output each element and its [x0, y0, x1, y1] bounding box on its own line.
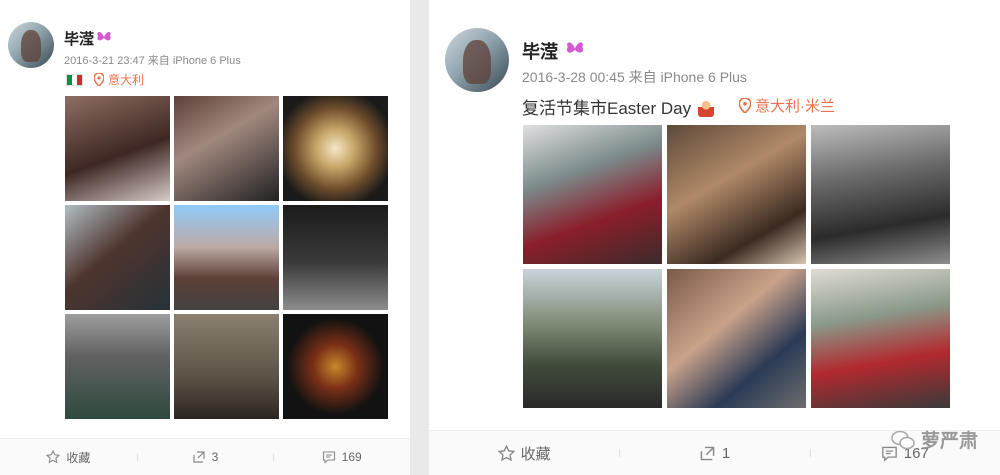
- post-text-label: 复活节集市Easter Day: [522, 99, 692, 118]
- location-tag[interactable]: 意大利·米兰: [739, 95, 835, 116]
- weibo-post-left: 毕滢 2016-3-21 23:47 来自 iPhone 6 Plus 意大利 …: [0, 0, 410, 475]
- username[interactable]: 毕滢: [64, 28, 94, 49]
- vip-butterfly-icon: [96, 30, 112, 49]
- photo-6[interactable]: [811, 269, 950, 408]
- repost-count: 1: [721, 444, 731, 462]
- repost-button[interactable]: 1: [619, 445, 809, 462]
- avatar[interactable]: [445, 28, 509, 92]
- favorite-button[interactable]: 收藏: [429, 443, 619, 464]
- action-bar: 收藏 3 169: [0, 438, 410, 475]
- post-meta: 2016-3-21 23:47 来自 iPhone 6 Plus: [64, 55, 241, 67]
- location-pin-icon: [94, 73, 104, 86]
- photo-1[interactable]: [523, 125, 662, 264]
- photo-4[interactable]: [523, 269, 662, 408]
- repost-icon: [700, 446, 715, 460]
- easter-emoji-icon: [697, 99, 714, 117]
- photo-5[interactable]: [667, 269, 806, 408]
- weibo-post-right: 毕滢 2016-3-28 00:45 来自 iPhone 6 Plus 复活节集…: [429, 0, 1000, 475]
- post-meta: 2016-3-28 00:45 来自 iPhone 6 Plus: [522, 69, 747, 85]
- photo-3[interactable]: [811, 125, 950, 264]
- photo-9[interactable]: [283, 314, 388, 419]
- repost-button[interactable]: 3: [136, 450, 274, 464]
- favorite-label: 收藏: [66, 450, 91, 465]
- comment-button[interactable]: 169: [273, 450, 410, 464]
- photo-5[interactable]: [174, 205, 279, 310]
- photo-6[interactable]: [283, 205, 388, 310]
- favorite-label: 收藏: [520, 445, 551, 463]
- photo-4[interactable]: [65, 205, 170, 310]
- favorite-button[interactable]: 收藏: [0, 449, 137, 466]
- watermark-label: 萝严肃: [920, 431, 978, 452]
- photo-3[interactable]: [283, 96, 388, 201]
- comment-icon: [322, 451, 335, 464]
- location-label: 意大利·米兰: [755, 98, 835, 115]
- italy-flag-icon: [66, 73, 83, 91]
- photo-2[interactable]: [174, 96, 279, 201]
- photo-7[interactable]: [65, 314, 170, 419]
- comment-count: 169: [341, 450, 362, 464]
- repost-icon: [193, 451, 205, 463]
- username[interactable]: 毕滢: [522, 38, 558, 64]
- star-icon: [46, 450, 61, 464]
- repost-count: 3: [211, 450, 219, 464]
- photo-8[interactable]: [174, 314, 279, 419]
- location-pin-icon: [739, 98, 751, 113]
- photo-grid: [523, 125, 950, 408]
- vip-butterfly-icon: [565, 40, 585, 62]
- photo-1[interactable]: [65, 96, 170, 201]
- photo-2[interactable]: [667, 125, 806, 264]
- location-tag[interactable]: 意大利: [94, 71, 144, 88]
- post-text: 复活节集市Easter Day: [522, 94, 714, 119]
- wechat-icon: [891, 430, 915, 449]
- watermark: 萝严肃: [891, 426, 978, 453]
- star-icon: [497, 444, 515, 461]
- location-label: 意大利: [108, 73, 145, 87]
- avatar[interactable]: [8, 22, 54, 68]
- photo-grid: [65, 96, 388, 419]
